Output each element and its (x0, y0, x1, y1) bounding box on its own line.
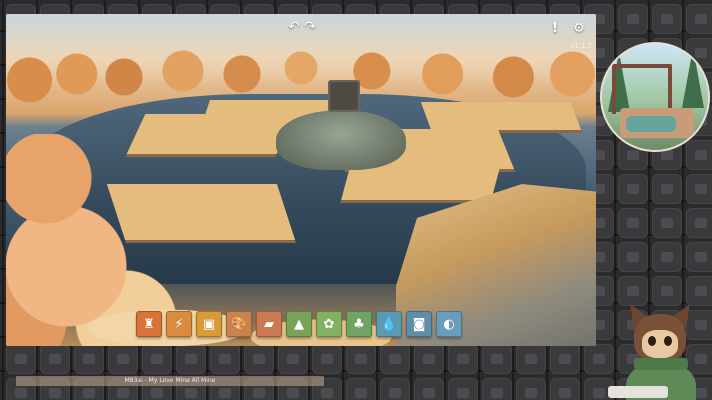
keyboard (608, 386, 668, 398)
background-tile (244, 344, 274, 374)
background-tile (40, 344, 70, 374)
camera-tool-button[interactable]: ◙ (406, 311, 432, 337)
path-tool-icon: ⚡ (174, 316, 184, 332)
now-playing-bar: M83ai - My Love Mine All Mine (16, 376, 324, 386)
castle-tool-icon: ♜ (143, 316, 155, 332)
camera-tool-icon: ◙ (412, 316, 426, 332)
stone-tower (328, 80, 360, 112)
background-tile (686, 174, 712, 204)
background-tile (686, 140, 712, 170)
streamer-avatar (604, 300, 712, 400)
background-tile (686, 4, 712, 34)
webcam-overlay (600, 42, 710, 152)
water-tool-button[interactable]: 💧 (376, 311, 402, 337)
background-tile (618, 174, 648, 204)
background-tile (686, 242, 712, 272)
terrain-tool-icon: ▲ (294, 316, 304, 332)
version-label: v1.1.2 (570, 42, 592, 50)
background-tile (686, 208, 712, 238)
avatar-eye (648, 336, 656, 346)
frame-tool-button[interactable]: ▣ (196, 311, 222, 337)
background-tile (448, 378, 478, 400)
background-tile (346, 378, 376, 400)
eraser-tool-button[interactable]: ▰ (256, 311, 282, 337)
background-tile (312, 344, 342, 374)
background-tile (414, 344, 444, 374)
background-tile (346, 344, 376, 374)
background-tile (74, 344, 104, 374)
background-tile (448, 344, 478, 374)
avatar-eye (664, 336, 672, 346)
build-toolbar: ♜ ⚡ ▣ 🎨 ▰ ▲ ✿ ♣ 💧 ◙ ◐ (136, 311, 462, 337)
rotate-camera-icon[interactable]: ↶ ↷ (279, 18, 325, 36)
paint-tool-button[interactable]: 🎨 (226, 311, 252, 337)
background-tile (618, 4, 648, 34)
background-tile (618, 242, 648, 272)
background-tile (516, 344, 546, 374)
plant-tool-icon: ✿ (323, 316, 335, 332)
background-tile (652, 4, 682, 34)
terrain-tool-button[interactable]: ▲ (286, 311, 312, 337)
background-tile (176, 344, 206, 374)
background-tile (380, 344, 410, 374)
wooden-platform (420, 102, 582, 130)
tree-tool-icon: ♣ (353, 316, 365, 332)
background-tile (6, 344, 36, 374)
background-tile (652, 174, 682, 204)
room-frame (612, 64, 672, 114)
help-icon[interactable]: ! (546, 20, 564, 38)
central-rock-island (276, 110, 406, 170)
frame-tool-icon: ▣ (202, 316, 216, 332)
background-tile (278, 344, 308, 374)
background-tile (210, 344, 240, 374)
background-tile (482, 378, 512, 400)
eraser-tool-icon: ▰ (264, 316, 274, 332)
background-tile (142, 344, 172, 374)
tree-tool-button[interactable]: ♣ (346, 311, 372, 337)
background-tile (414, 378, 444, 400)
water-tool-icon: 💧 (380, 316, 398, 332)
time-tool-button[interactable]: ◐ (436, 311, 462, 337)
plant-tool-button[interactable]: ✿ (316, 311, 342, 337)
background-tile (652, 208, 682, 238)
gear-icon[interactable]: ⚙ (570, 20, 588, 38)
background-tile (652, 242, 682, 272)
background-tile (618, 208, 648, 238)
background-tile (516, 378, 546, 400)
castle-tool-button[interactable]: ♜ (136, 311, 162, 337)
background-tile (550, 378, 580, 400)
game-viewport[interactable] (6, 14, 596, 346)
path-tool-button[interactable]: ⚡ (166, 311, 192, 337)
time-tool-icon: ◐ (443, 316, 455, 332)
background-tile (550, 344, 580, 374)
couch (626, 116, 676, 132)
avatar-scarf (634, 358, 688, 370)
hud-top-right: ! ⚙ (546, 20, 588, 38)
avatar-face (642, 330, 678, 358)
background-tile (482, 344, 512, 374)
background-tile (108, 344, 138, 374)
background-tile (380, 378, 410, 400)
paint-tool-icon: 🎨 (230, 316, 248, 332)
